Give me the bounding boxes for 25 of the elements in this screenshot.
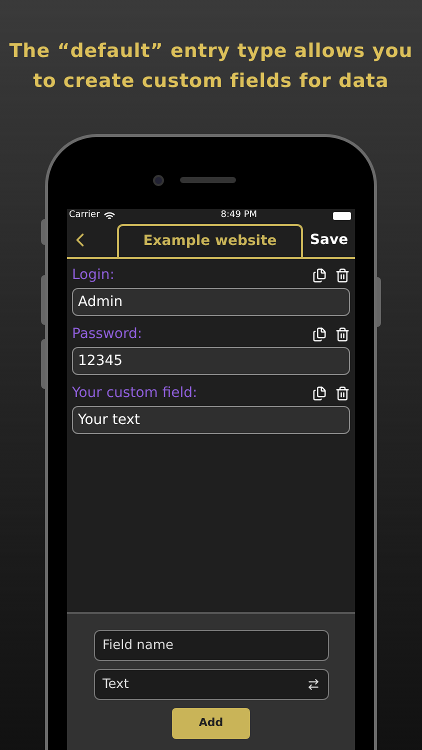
trash-icon[interactable] (335, 386, 350, 400)
type-select[interactable]: Text (94, 669, 328, 700)
carrier-label: Carrier (69, 209, 100, 222)
trash-icon[interactable] (335, 326, 350, 342)
field-input[interactable]: 12345 (72, 347, 350, 375)
battery-icon (332, 212, 351, 220)
field-name-input[interactable]: Field name (94, 630, 328, 661)
copy-icon[interactable] (312, 268, 327, 282)
field-input[interactable]: Admin (72, 288, 350, 316)
save-button[interactable]: Save (303, 224, 355, 257)
field-label: Login: (72, 266, 114, 284)
title-tab[interactable]: Example website (117, 224, 303, 257)
field-label: Your custom field: (72, 384, 198, 402)
camera-icon (153, 175, 164, 186)
copy-icon[interactable] (312, 326, 327, 342)
swap-icon (306, 678, 320, 691)
field-label: Password: (72, 324, 142, 344)
copy-icon[interactable] (312, 386, 327, 400)
wifi-icon (104, 212, 115, 220)
add-button[interactable]: Add (172, 708, 250, 739)
headline: The “default” entry type allows you to create custom fields for data (8, 39, 414, 94)
status-time: 8:49 PM (220, 209, 258, 222)
field-input[interactable]: Your text (72, 406, 350, 434)
trash-icon[interactable] (335, 268, 350, 282)
speaker-icon (180, 177, 236, 183)
